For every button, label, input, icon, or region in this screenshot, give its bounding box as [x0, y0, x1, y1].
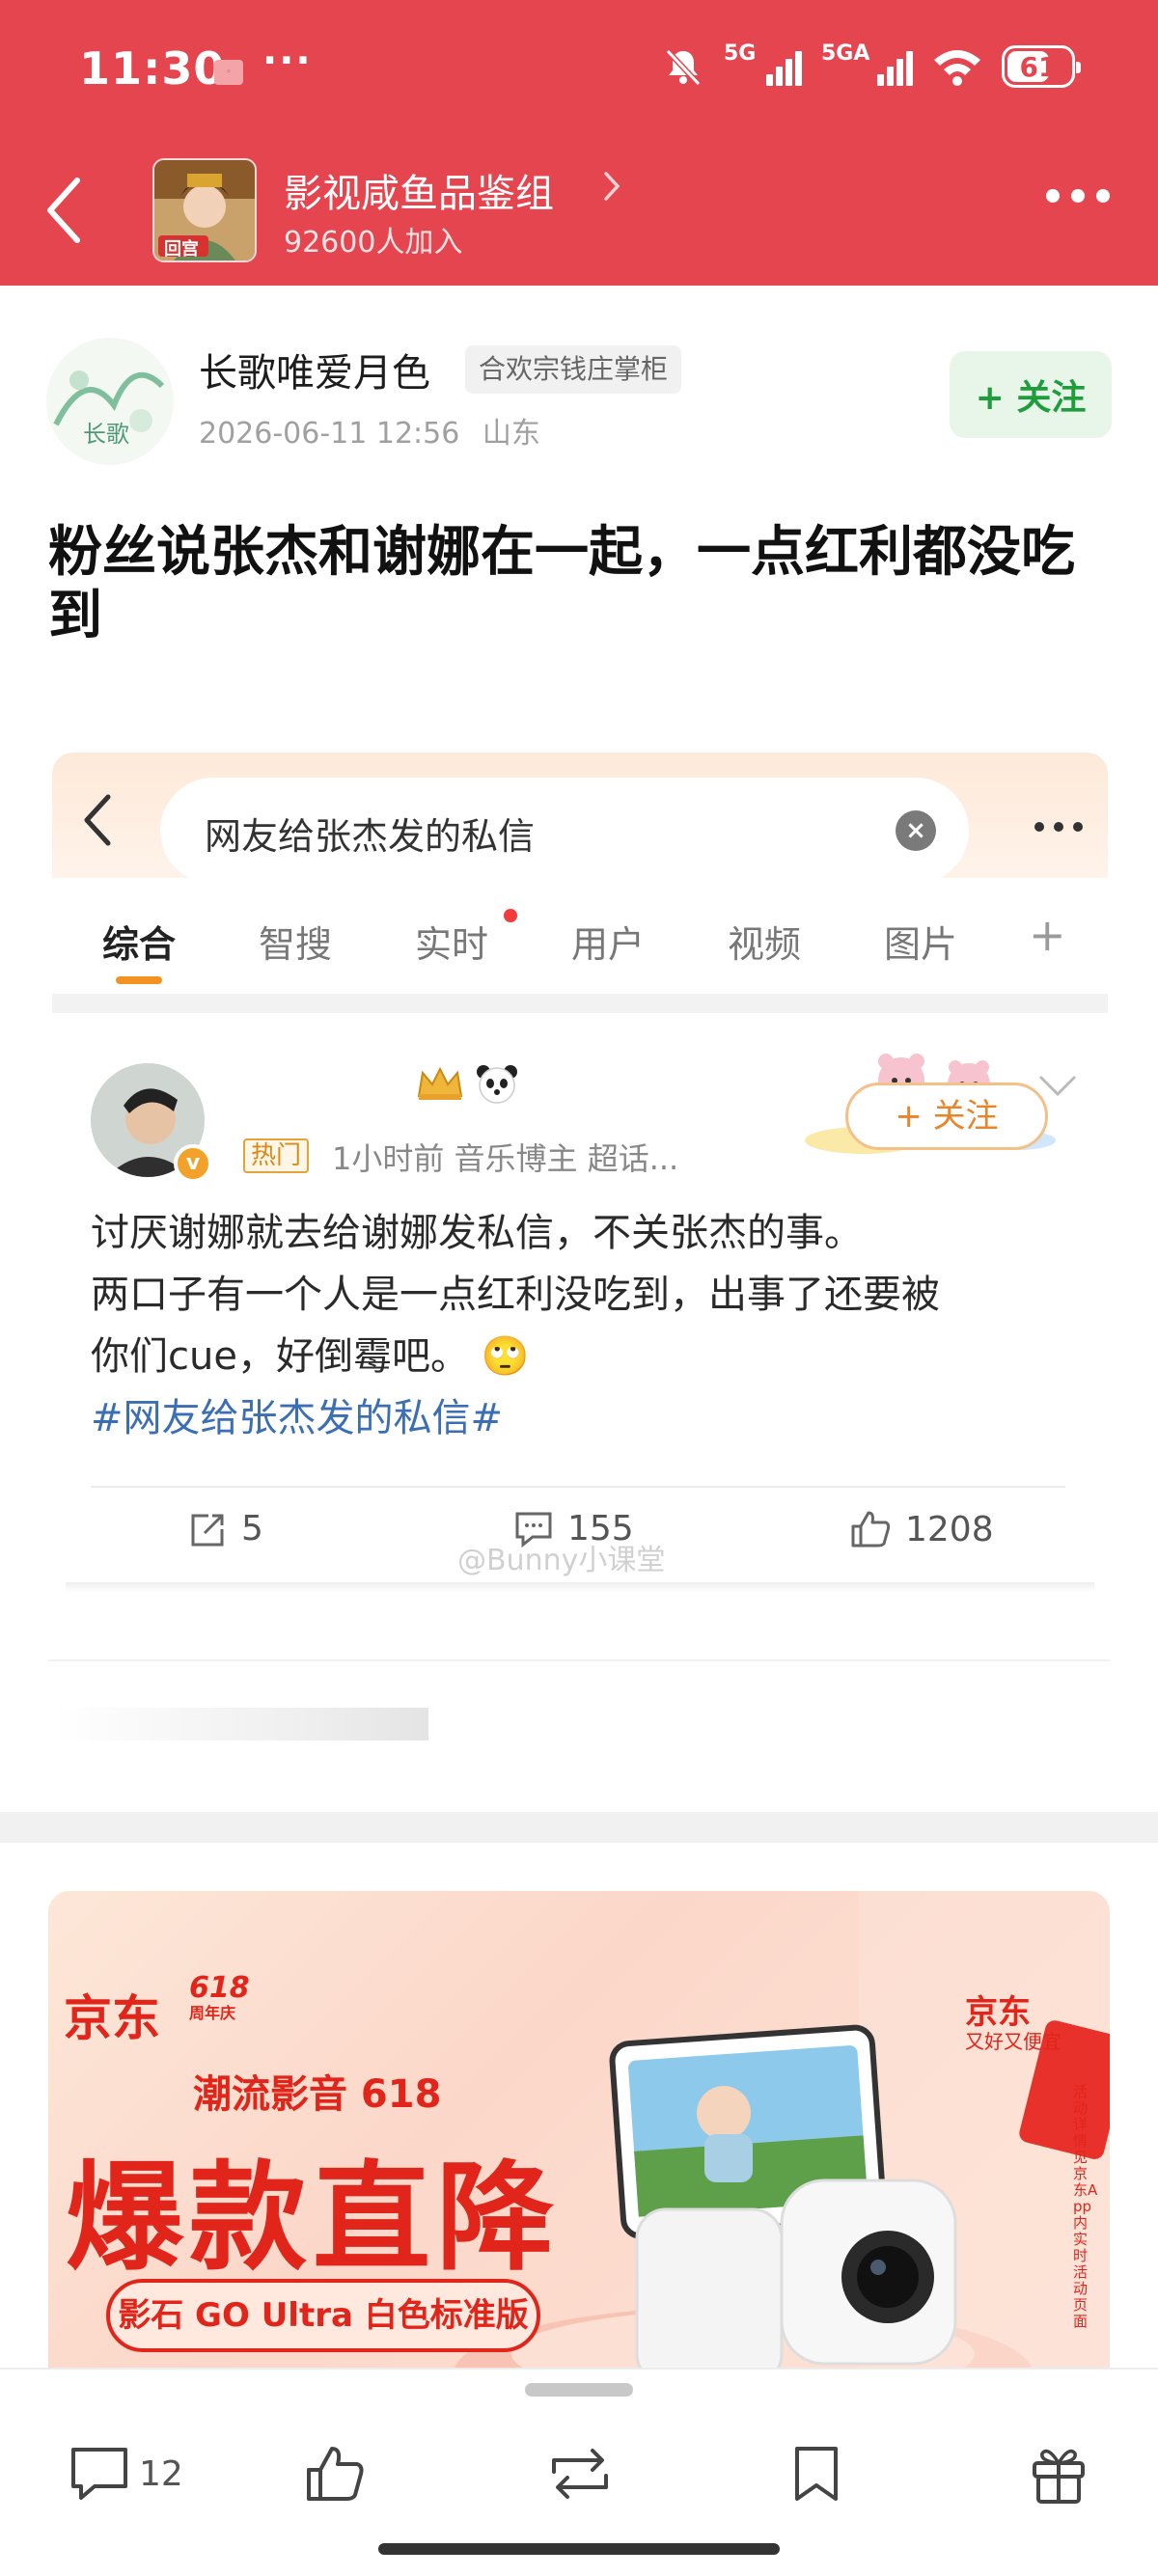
- group-avatar[interactable]: 回宫: [152, 158, 257, 262]
- author-avatar-label: 长歌: [83, 421, 129, 448]
- signal-5g-label: 5G: [724, 41, 757, 66]
- status-time: 11:30: [79, 42, 226, 95]
- screenshot-tab-video: 视频: [728, 923, 802, 966]
- ad-jd-slogan: 又好又便宜: [965, 2030, 1062, 2053]
- screenshot-bottom-edge: [66, 1582, 1094, 1592]
- screenshot-clear-icon: ×: [896, 810, 936, 851]
- home-indicator[interactable]: [378, 2543, 780, 2555]
- screenshot-tab-underline: [116, 976, 162, 984]
- screenshot-post-text: 讨厌谢娜就去给谢娜发私信，不关张杰的事。 两口子有一个人是一点红利没吃到，出事了…: [91, 1202, 1075, 1449]
- screenshot-text-line: 你们cue，好倒霉吧。 🙄: [91, 1334, 530, 1379]
- watermark: @Bunny小课堂: [457, 1544, 666, 1577]
- screenshot-separator: [52, 994, 1108, 1013]
- screenshot-search-box: 网友给张杰发的私信 ×: [160, 778, 969, 884]
- crown-icon: [417, 1066, 463, 1100]
- notification-icon: ◦: [214, 60, 243, 85]
- signal-5g-icon: 5G: [724, 41, 802, 86]
- ad-brand: 京东: [64, 1980, 160, 2049]
- more-options-button[interactable]: [1046, 189, 1110, 203]
- content-divider: [48, 1659, 1110, 1661]
- follow-button[interactable]: + 关注: [950, 351, 1112, 438]
- repost-icon: [552, 2449, 608, 2499]
- comment-bubble-icon: [71, 2448, 127, 2500]
- battery-icon: 61: [1002, 45, 1081, 88]
- screenshot-chevron-down-icon: [1038, 1075, 1077, 1097]
- screenshot-tab-images: 图片: [884, 923, 958, 966]
- ad-brand-name: 京东: [64, 1990, 160, 2046]
- panda-icon: [477, 1065, 517, 1104]
- like-button[interactable]: [303, 2435, 367, 2512]
- screenshot-back-icon: [84, 794, 111, 846]
- screenshot-tab-realtime: 实时: [415, 923, 489, 966]
- section-gap: [0, 1812, 1158, 1843]
- member-count: 92600人加入: [284, 226, 463, 260]
- screenshot-tabs: 综合 智搜 实时 用户 视频 图片 +: [52, 888, 1108, 994]
- like-icon: [307, 2447, 364, 2501]
- battery-level: 61: [1019, 50, 1058, 83]
- author-name[interactable]: 长歌唯爱月色: [199, 342, 430, 397]
- group-avatar-label: 回宫: [164, 239, 199, 260]
- screenshot-hashtag: #网友给张杰发的私信#: [91, 1396, 504, 1440]
- thumbs-up-icon: [851, 1511, 891, 1548]
- top-header: 11:30 ◦ ··· 5G 5GA 61 回宫 影视咸鱼品鉴组 92600人加…: [0, 0, 1158, 286]
- drag-handle[interactable]: [525, 2383, 633, 2397]
- signal-5ga-label: 5GA: [821, 41, 870, 66]
- verified-v-icon: v: [174, 1144, 212, 1183]
- ad-brand-subtitle: 周年庆: [189, 2004, 236, 2022]
- faded-strip: [52, 1708, 428, 1740]
- screenshot-like-action: 1208: [849, 1509, 994, 1549]
- repost-button[interactable]: [544, 2435, 616, 2512]
- screenshot-tab-smart-search: 智搜: [259, 923, 333, 966]
- ad-brand-618: 618 周年庆: [189, 1974, 250, 2024]
- share-count: 5: [241, 1509, 263, 1548]
- bookmark-icon: [795, 2447, 838, 2501]
- status-icons: 5G 5GA 61: [662, 41, 1081, 93]
- post-location: 山东: [482, 417, 540, 451]
- bookmark-button[interactable]: [789, 2435, 843, 2512]
- mute-bell-icon: [665, 48, 702, 87]
- share-icon: [191, 1514, 224, 1546]
- status-more-icon: ···: [262, 39, 313, 83]
- ad-side-text: 活动详情见京东App内实时活动页面: [1073, 2083, 1098, 2330]
- author-avatar[interactable]: 长歌: [46, 338, 174, 465]
- back-button[interactable]: [37, 174, 91, 247]
- screenshot-share-action: 5: [187, 1509, 263, 1548]
- comment-button[interactable]: 12: [68, 2435, 183, 2512]
- screenshot-follow-button: + 关注: [845, 1082, 1048, 1150]
- screenshot-tab-users: 用户: [571, 923, 646, 966]
- comment-count: 12: [139, 2453, 183, 2494]
- author-badge: 合欢宗钱庄掌柜: [465, 345, 682, 394]
- ad-banner[interactable]: 京东 618 周年庆 潮流影音 618 爆款直降 影石 GO Ultra 白色标…: [48, 1891, 1110, 2393]
- ad-product-pill[interactable]: 影石 GO Ultra 白色标准版: [106, 2279, 540, 2352]
- screenshot-more-icon: [1034, 822, 1083, 832]
- chevron-right-icon[interactable]: [602, 170, 621, 203]
- post-timestamp: 2026-06-11 12:56: [199, 417, 460, 451]
- screenshot-add-tab-icon: +: [1029, 909, 1066, 961]
- signal-5ga-icon: 5GA: [821, 41, 913, 86]
- ad-headline: 爆款直降: [66, 2150, 560, 2287]
- hot-badge: 热门: [243, 1138, 310, 1173]
- screenshot-text-line: 两口子有一个人是一点红利没吃到，出事了还要被: [91, 1273, 940, 1317]
- like-count: 1208: [905, 1509, 994, 1549]
- screenshot-badges: [415, 1063, 519, 1104]
- screenshot-text-line: 讨厌谢娜就去给谢娜发私信，不关张杰的事。: [91, 1211, 863, 1255]
- embedded-screenshot[interactable]: 网友给张杰发的私信 × 综合 智搜 实时 用户 视频 图片 + v 热门 1小时…: [52, 753, 1108, 1594]
- screenshot-search-text: 网友给张杰发的私信: [205, 815, 536, 858]
- post-meta: 2026-06-11 12:56 山东: [199, 409, 540, 452]
- group-name[interactable]: 影视咸鱼品鉴组: [284, 162, 554, 218]
- screenshot-divider: [91, 1486, 1065, 1488]
- gift-button[interactable]: [1029, 2435, 1089, 2512]
- back-arrow-icon: [47, 178, 80, 243]
- wifi-icon: [934, 50, 980, 86]
- ad-subtitle: 潮流影音 618: [193, 2072, 442, 2117]
- gift-icon: [1033, 2449, 1085, 2504]
- post-title: 粉丝说张杰和谢娜在一起，一点红利都没吃到: [48, 521, 1075, 647]
- screenshot-tab-dot: [504, 909, 517, 922]
- ad-brand-number: 618: [189, 1971, 250, 2005]
- screenshot-tab-comprehensive: 综合: [102, 923, 177, 966]
- screenshot-post-meta: 1小时前 音乐博主 超话...: [332, 1140, 679, 1177]
